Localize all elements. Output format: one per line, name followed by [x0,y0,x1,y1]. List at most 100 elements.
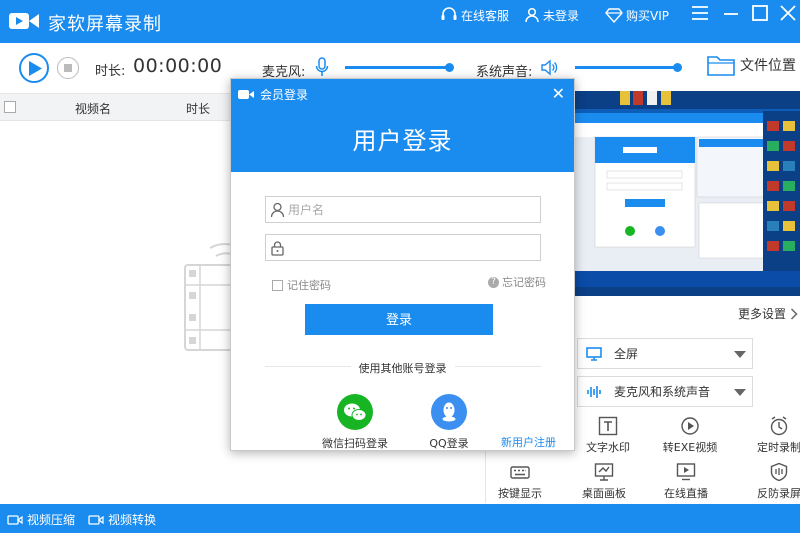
screen-preview [575,91,800,296]
monitor-icon [586,346,602,361]
remember-password[interactable]: 记住密码 [272,277,331,293]
dialog-title: 用户登录 [352,127,453,155]
online-service-link[interactable]: 在线客服 [440,5,509,25]
file-location-label: 文件位置 [740,58,796,74]
mic-volume-slider[interactable] [345,63,454,72]
diamond-icon [605,8,623,23]
login-button[interactable]: 登录 [305,304,493,335]
close-icon[interactable] [778,4,798,22]
forgot-password-link[interactable]: ? 忘记密码 [488,274,546,290]
user-icon [525,7,539,23]
preview-thumbnail-image [575,91,800,296]
chevron-down-icon [734,389,746,396]
folder-icon [707,56,735,76]
video-list-header: 视频名 时长 [0,93,230,121]
other-accounts-label: 使用其他账号登录 [350,362,455,375]
register-link[interactable]: 新用户注册 [501,434,556,450]
video-camera-icon [7,514,23,525]
start-record-button[interactable] [19,53,49,83]
chevron-right-icon [790,307,798,320]
app-logo-icon [9,13,39,29]
qq-login-label: QQ登录 [429,437,469,450]
tool-keyboard-display[interactable]: 按键显示 [490,462,550,501]
video-convert-label: 视频转换 [108,513,157,527]
forgot-password-label: 忘记密码 [502,276,546,289]
more-settings-link[interactable]: 更多设置 [738,305,798,322]
username-input[interactable] [288,200,536,219]
audio-source-select[interactable]: 麦克风和系统声音 [577,376,753,407]
password-input[interactable] [288,238,536,257]
online-service-label: 在线客服 [461,8,510,23]
remember-password-label: 记住密码 [287,279,331,292]
microphone-icon[interactable] [315,57,329,77]
video-compress-label: 视频压缩 [27,513,76,527]
text-watermark-icon [598,416,618,436]
wechat-login-label: 微信扫码登录 [322,437,388,450]
login-dialog: 会员登录 ✕ 用户登录 记住密码 ? 忘记密码 登录 使用其他账号登录 微信扫码… [230,78,575,451]
sound-wave-icon [587,385,601,398]
username-field[interactable] [265,196,541,223]
tool-label: 文字水印 [586,441,630,454]
dialog-close-icon[interactable]: ✕ [552,84,565,103]
tool-label: 反防录屏 [757,487,800,500]
live-stream-icon [676,463,696,481]
maximize-icon[interactable] [750,4,770,22]
audio-source-value: 麦克风和系统声音 [614,385,711,399]
wechat-icon [337,394,373,430]
wechat-login-button[interactable]: 微信扫码登录 [317,394,393,451]
dialog-tag: 会员登录 [238,86,308,103]
login-dialog-header: 会员登录 ✕ 用户登录 [231,79,574,172]
stop-record-button[interactable] [57,57,79,79]
system-audio-slider[interactable] [575,63,682,72]
tool-text-watermark[interactable]: 文字水印 [578,416,638,455]
remember-password-checkbox[interactable] [272,279,283,291]
capture-area-select[interactable]: 全屏 [577,338,753,369]
other-accounts-heading: 使用其他账号登录 [231,360,574,376]
duration-label: 时长: [95,64,126,79]
headset-icon [441,7,457,20]
tool-label: 定时录制 [757,441,800,454]
tool-label: 转EXE视频 [662,441,718,454]
tool-desktop-whiteboard[interactable]: 桌面画板 [574,462,634,501]
buy-vip-link[interactable]: 购买VIP [605,5,669,25]
shield-icon [770,462,788,482]
qq-login-button[interactable]: QQ登录 [411,394,487,451]
video-convert-button[interactable]: 视频转换 [88,511,156,528]
system-audio-knob[interactable] [673,63,682,72]
whiteboard-icon [594,463,614,481]
qq-icon [431,394,467,430]
column-duration[interactable]: 时长 [186,100,210,117]
tool-anti-record[interactable]: 反防录屏 [749,462,800,501]
question-icon: ? [488,276,499,288]
bottom-bar: 视频压缩 视频转换 [0,504,800,533]
login-status-link[interactable]: 未登录 [524,5,579,25]
title-bar: 家软屏幕录制 在线客服 未登录 购买VIP [0,0,800,43]
speaker-icon[interactable] [540,59,558,76]
column-video-name[interactable]: 视频名 [75,100,111,117]
lock-icon [271,241,284,256]
minimize-icon[interactable] [721,4,741,22]
play-icon [29,61,42,76]
convert-exe-icon [681,417,699,435]
mic-volume-knob[interactable] [445,63,454,72]
tool-convert-exe[interactable]: 转EXE视频 [660,416,720,455]
user-icon [270,202,285,218]
password-field[interactable] [265,234,541,261]
keyboard-icon [510,466,530,479]
tool-label: 按键显示 [498,487,542,500]
panel-divider [485,445,486,503]
dialog-tag-label: 会员登录 [260,88,309,102]
tool-label: 桌面画板 [582,487,626,500]
select-all-checkbox[interactable] [4,101,16,113]
tool-label: 在线直播 [664,487,708,500]
video-compress-button[interactable]: 视频压缩 [7,511,75,528]
more-settings-label: 更多设置 [738,307,787,321]
menu-icon[interactable] [690,4,710,22]
tool-live-stream[interactable]: 在线直播 [656,462,716,501]
chevron-down-icon [734,351,746,358]
login-status-label: 未登录 [543,8,580,23]
video-logo-icon [238,90,254,99]
buy-vip-label: 购买VIP [626,8,669,23]
file-location-button[interactable]: 文件位置 [706,53,796,77]
tool-timer-record[interactable]: 定时录制 [749,416,800,455]
